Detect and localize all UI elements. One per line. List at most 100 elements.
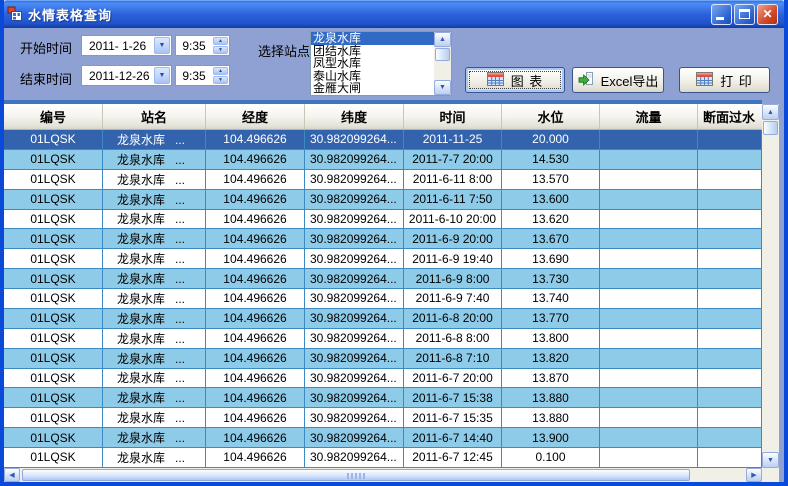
table-cell	[698, 130, 762, 149]
table-cell: 30.982099264...	[305, 130, 404, 149]
table-cell: 2011-6-8 8:00	[404, 329, 502, 348]
table-row[interactable]: 01LQSK龙泉水库 ...104.49662630.982099264...2…	[4, 448, 762, 468]
table-cell: 01LQSK	[4, 428, 103, 447]
station-list-items: 龙泉水库团结水库凤型水库泰山水库金雁大闸	[311, 32, 434, 95]
header-cell-6[interactable]: 流量	[600, 104, 698, 129]
station-list-item[interactable]: 金雁大闸	[311, 82, 434, 95]
table-cell: 龙泉水库 ...	[103, 170, 206, 189]
close-button[interactable]: ✕	[757, 4, 778, 25]
table-cell: 01LQSK	[4, 369, 103, 388]
scroll-down-icon[interactable]: ▼	[434, 80, 451, 95]
table-row[interactable]: 01LQSK龙泉水库 ...104.49662630.982099264...2…	[4, 150, 762, 170]
scroll-down-icon[interactable]: ▼	[762, 452, 779, 468]
table-cell: 2011-6-9 7:40	[404, 289, 502, 308]
chart-button-label: 图 表	[511, 71, 544, 90]
spin-up-icon[interactable]: ▲	[213, 67, 228, 75]
table-cell: 30.982099264...	[305, 309, 404, 328]
table-row[interactable]: 01LQSK龙泉水库 ...104.49662630.982099264...2…	[4, 408, 762, 428]
table-cell: 30.982099264...	[305, 150, 404, 169]
table-cell: 2011-6-11 8:00	[404, 170, 502, 189]
minimize-button[interactable]	[711, 4, 732, 25]
header-cell-2[interactable]: 经度	[206, 104, 305, 129]
spin-down-icon[interactable]: ▼	[213, 46, 228, 54]
chart-button[interactable]: 图 表	[465, 67, 565, 93]
table-cell: 01LQSK	[4, 408, 103, 427]
end-time-spin-buttons: ▲ ▼	[213, 67, 228, 84]
table-row[interactable]: 01LQSK龙泉水库 ...104.49662630.982099264...2…	[4, 249, 762, 269]
vertical-scroll-thumb[interactable]	[763, 121, 778, 135]
table-row[interactable]: 01LQSK龙泉水库 ...104.49662630.982099264...2…	[4, 210, 762, 230]
green-export-arrow-icon	[578, 71, 594, 90]
table-row[interactable]: 01LQSK龙泉水库 ...104.49662630.982099264...2…	[4, 130, 762, 150]
table-cell: 0.100	[502, 448, 600, 467]
header-cell-0[interactable]: 编号	[4, 104, 103, 129]
start-time-spinner[interactable]: 9:35 ▲ ▼	[175, 35, 230, 56]
table-cell: 2011-6-9 19:40	[404, 249, 502, 268]
header-cell-3[interactable]: 纬度	[305, 104, 404, 129]
table-cell: 13.620	[502, 210, 600, 229]
end-time-spinner[interactable]: 9:35 ▲ ▼	[175, 65, 230, 86]
table-cell: 龙泉水库 ...	[103, 428, 206, 447]
station-listbox[interactable]: 龙泉水库团结水库凤型水库泰山水库金雁大闸 ▲ ▼	[310, 31, 452, 96]
table-row[interactable]: 01LQSK龙泉水库 ...104.49662630.982099264...2…	[4, 349, 762, 369]
table-row[interactable]: 01LQSK龙泉水库 ...104.49662630.982099264...2…	[4, 369, 762, 389]
horizontal-scroll-thumb[interactable]	[22, 469, 690, 481]
table-row[interactable]: 01LQSK龙泉水库 ...104.49662630.982099264...2…	[4, 190, 762, 210]
table-cell: 2011-6-9 8:00	[404, 269, 502, 288]
table-cell: 2011-6-10 20:00	[404, 210, 502, 229]
table-cell: 龙泉水库 ...	[103, 349, 206, 368]
print-button[interactable]: 打 印	[679, 67, 770, 93]
table-cell: 30.982099264...	[305, 388, 404, 407]
scroll-up-icon[interactable]: ▲	[434, 32, 451, 47]
table-cell	[600, 329, 698, 348]
table-cell	[698, 170, 762, 189]
table-row[interactable]: 01LQSK龙泉水库 ...104.49662630.982099264...2…	[4, 289, 762, 309]
end-date-picker[interactable]: 2011-12-26 ▼	[81, 65, 172, 86]
table-cell: 龙泉水库 ...	[103, 229, 206, 248]
table-cell	[600, 408, 698, 427]
spin-up-icon[interactable]: ▲	[213, 37, 228, 45]
scroll-up-icon[interactable]: ▲	[762, 104, 779, 120]
table-cell: 01LQSK	[4, 448, 103, 467]
start-date-picker[interactable]: 2011- 1-26 ▼	[81, 35, 172, 56]
table-cell	[600, 448, 698, 467]
table-row[interactable]: 01LQSK龙泉水库 ...104.49662630.982099264...2…	[4, 329, 762, 349]
table-cell: 2011-6-11 7:50	[404, 190, 502, 209]
table-cell	[600, 130, 698, 149]
table-cell: 2011-6-7 15:35	[404, 408, 502, 427]
spin-down-icon[interactable]: ▼	[213, 76, 228, 84]
table-cell	[600, 428, 698, 447]
table-row[interactable]: 01LQSK龙泉水库 ...104.49662630.982099264...2…	[4, 309, 762, 329]
table-cell: 30.982099264...	[305, 190, 404, 209]
table-row[interactable]: 01LQSK龙泉水库 ...104.49662630.982099264...2…	[4, 170, 762, 190]
header-cell-1[interactable]: 站名	[103, 104, 206, 129]
header-cell-5[interactable]: 水位	[502, 104, 600, 129]
maximize-button[interactable]	[734, 4, 755, 25]
table-row[interactable]: 01LQSK龙泉水库 ...104.49662630.982099264...2…	[4, 229, 762, 249]
table-cell: 104.496626	[206, 269, 305, 288]
table-cell	[600, 388, 698, 407]
table-cell	[600, 229, 698, 248]
table-row[interactable]: 01LQSK龙泉水库 ...104.49662630.982099264...2…	[4, 428, 762, 448]
station-list-item[interactable]: 龙泉水库	[311, 32, 434, 45]
table-cell: 龙泉水库 ...	[103, 309, 206, 328]
table-cell: 2011-6-9 20:00	[404, 229, 502, 248]
excel-export-button[interactable]: Excel导出	[572, 67, 664, 93]
scroll-left-icon[interactable]: ◀	[4, 468, 20, 482]
table-cell: 30.982099264...	[305, 269, 404, 288]
end-date-dropdown-icon[interactable]: ▼	[154, 67, 170, 84]
station-list-item[interactable]: 泰山水库	[311, 70, 434, 83]
table-row[interactable]: 01LQSK龙泉水库 ...104.49662630.982099264...2…	[4, 269, 762, 289]
scroll-right-icon[interactable]: ▶	[746, 468, 762, 482]
table-cell: 13.740	[502, 289, 600, 308]
table-row[interactable]: 01LQSK龙泉水库 ...104.49662630.982099264...2…	[4, 388, 762, 408]
scroll-thumb[interactable]	[435, 48, 450, 61]
start-date-dropdown-icon[interactable]: ▼	[154, 37, 170, 54]
station-list-item[interactable]: 团结水库	[311, 45, 434, 58]
table-cell: 01LQSK	[4, 349, 103, 368]
station-list-item[interactable]: 凤型水库	[311, 57, 434, 70]
table-cell: 13.820	[502, 349, 600, 368]
header-cell-4[interactable]: 时间	[404, 104, 502, 129]
vertical-scrollbar: ▲ ▼	[762, 104, 779, 468]
header-cell-7[interactable]: 断面过水	[698, 104, 762, 129]
